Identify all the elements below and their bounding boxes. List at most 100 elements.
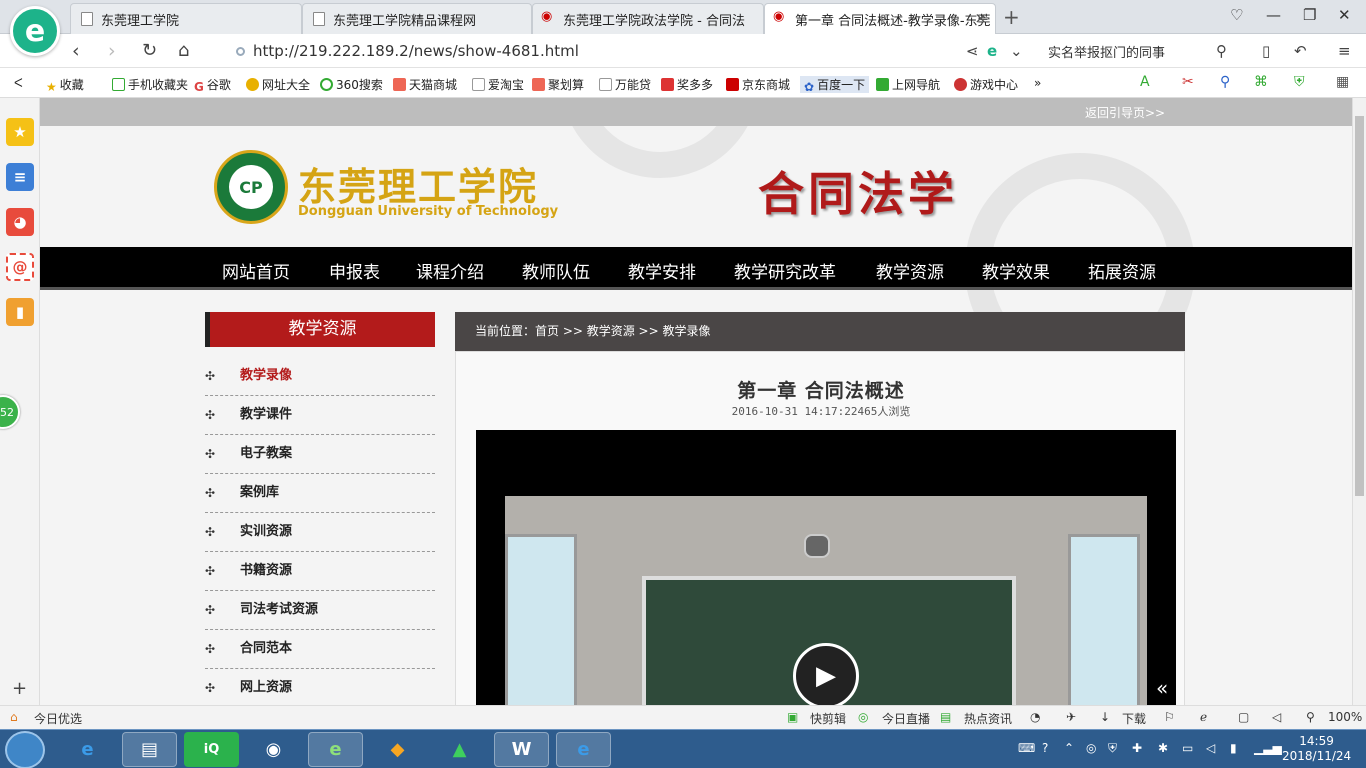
status-live[interactable]: 今日直播: [882, 710, 930, 727]
left-menu-item-slides[interactable]: ✣ 教学课件: [205, 396, 435, 435]
notebook-icon[interactable]: ▮: [6, 298, 34, 326]
home-icon[interactable]: ⌂: [178, 40, 189, 61]
speed-icon[interactable]: ◔: [1030, 710, 1040, 724]
bookmark-aitaobao[interactable]: 爱淘宝: [472, 76, 524, 93]
status-hot-news[interactable]: 热点资讯: [964, 710, 1012, 727]
sidebar-toggle-icon[interactable]: ᐸ: [14, 76, 23, 90]
nav-course-intro[interactable]: 课程介绍: [416, 258, 484, 283]
undo-icon[interactable]: ↶: [1294, 42, 1307, 60]
back-to-guide-link[interactable]: 返回引导页>>: [1085, 104, 1165, 121]
minimize-icon[interactable]: —: [1266, 6, 1281, 24]
left-menu-item-videos[interactable]: ✣ 教学录像: [205, 357, 435, 396]
tab-school[interactable]: 东莞理工学院: [70, 3, 302, 34]
signal-icon[interactable]: ▁▃▅: [1254, 741, 1282, 755]
bookmark-juhuasuan[interactable]: 聚划算: [532, 76, 584, 93]
weibo-icon[interactable]: ◕: [6, 208, 34, 236]
network-icon[interactable]: ▮: [1230, 741, 1237, 755]
ie-mode-icon[interactable]: ℯ: [1200, 710, 1207, 724]
bookmark-tmall[interactable]: 天猫商城: [393, 76, 457, 93]
browser-logo-icon[interactable]: e: [10, 6, 60, 56]
scissors-icon[interactable]: ✂: [1182, 74, 1194, 90]
bookmark-games[interactable]: 游戏中心: [954, 76, 1018, 93]
gamepad-icon[interactable]: ⌘: [1254, 74, 1268, 90]
new-tab-icon[interactable]: +: [1003, 5, 1020, 29]
skin-icon[interactable]: ♡: [1230, 6, 1243, 24]
nav-teaching-plan[interactable]: 教学安排: [628, 258, 696, 283]
today-picks[interactable]: 今日优选: [34, 710, 82, 727]
status-download[interactable]: 下载: [1122, 710, 1146, 727]
bookmark-jiangduoduo[interactable]: 奖多多: [661, 76, 713, 93]
ie-taskbar-icon[interactable]: e: [60, 732, 115, 767]
play-icon[interactable]: ▶: [793, 643, 859, 705]
left-menu-item-bar-exam[interactable]: ✣ 司法考试资源: [205, 591, 435, 630]
forward-icon[interactable]: ›: [108, 40, 116, 62]
collapse-arrows-icon[interactable]: «: [1156, 676, 1168, 700]
left-menu-item-lesson-plans[interactable]: ✣ 电子教案: [205, 435, 435, 474]
volume-icon[interactable]: ◁: [1272, 710, 1281, 724]
bluetooth-icon[interactable]: ✱: [1158, 741, 1168, 755]
nav-home[interactable]: 网站首页: [222, 258, 290, 283]
refresh-icon[interactable]: ↻: [142, 40, 157, 61]
search-icon[interactable]: ⚲: [1216, 42, 1227, 60]
nav-teaching-reform[interactable]: 教学研究改革: [734, 258, 836, 283]
nav-application-form[interactable]: 申报表: [329, 258, 380, 283]
page-scrollbar[interactable]: [1352, 98, 1366, 705]
help-icon[interactable]: ?: [1042, 741, 1048, 755]
tab-course-site[interactable]: 东莞理工学院精品课程网: [302, 3, 532, 34]
engine-icon[interactable]: e: [987, 42, 997, 60]
tray-up-icon[interactable]: ⌃: [1064, 741, 1074, 755]
url-field[interactable]: http://219.222.189.2/news/show-4681.html: [236, 42, 579, 60]
more-bookmarks-icon[interactable]: »: [1034, 76, 1041, 90]
chevron-down-icon[interactable]: ⌄: [1010, 42, 1023, 60]
zoom-level[interactable]: 100%: [1328, 710, 1362, 724]
magnifier-icon[interactable]: ⚲: [1220, 74, 1230, 90]
apps-grid-icon[interactable]: ▦: [1336, 74, 1349, 90]
bookmark-hao123[interactable]: 上网导航: [876, 76, 940, 93]
nav-teachers[interactable]: 教师队伍: [522, 258, 590, 283]
phone-icon[interactable]: ▯: [1262, 42, 1270, 60]
bookmark-360search[interactable]: 360搜索: [320, 76, 383, 93]
news-list-icon[interactable]: ≡: [6, 163, 34, 191]
start-button[interactable]: [5, 731, 45, 768]
left-menu-item-books[interactable]: ✣ 书籍资源: [205, 552, 435, 591]
left-menu-item-contract-templates[interactable]: ✣ 合同范本: [205, 630, 435, 669]
close-window-icon[interactable]: ✕: [1338, 6, 1351, 24]
pin-icon[interactable]: ✈: [1066, 710, 1076, 724]
explorer-taskbar-icon[interactable]: ▤: [122, 732, 177, 767]
flag-icon[interactable]: ⚐: [1164, 710, 1175, 724]
security-tray-icon[interactable]: ⛨: [1108, 741, 1117, 756]
left-menu-item-training[interactable]: ✣ 实训资源: [205, 513, 435, 552]
bookmark-mobile[interactable]: 手机收藏夹: [112, 76, 188, 93]
iqiyi-taskbar-icon[interactable]: iQ: [184, 732, 239, 767]
system-clock[interactable]: 14:59 2018/11/24: [1282, 734, 1351, 764]
volume-tray-icon[interactable]: ◁: [1206, 741, 1215, 755]
ie-open-taskbar-icon[interactable]: e: [556, 732, 611, 767]
video-player[interactable]: ▶ «: [476, 430, 1176, 705]
tab-active-chapter[interactable]: ◉ 第一章 合同法概述-教学录像-东莞 ×: [764, 3, 996, 35]
status-quick-edit[interactable]: 快剪辑: [810, 710, 846, 727]
share-icon[interactable]: ⋖: [966, 42, 979, 60]
tab-law-school[interactable]: ◉ 东莞理工学院政法学院 - 合同法: [532, 3, 764, 34]
scroll-thumb[interactable]: [1355, 116, 1364, 496]
browser-360-taskbar-icon[interactable]: e: [308, 732, 363, 767]
word-taskbar-icon[interactable]: W: [494, 732, 549, 767]
favorites-star-icon[interactable]: ★: [6, 118, 34, 146]
keyboard-icon[interactable]: ⌨: [1018, 741, 1035, 755]
nav-teaching-effect[interactable]: 教学效果: [982, 258, 1050, 283]
360-tray-icon[interactable]: ◎: [1086, 741, 1096, 755]
maximize-icon[interactable]: ❐: [1303, 6, 1316, 24]
left-menu-item-cases[interactable]: ✣ 案例库: [205, 474, 435, 513]
nav-extended-resources[interactable]: 拓展资源: [1088, 258, 1156, 283]
colorful-app-taskbar-icon[interactable]: ◆: [370, 732, 425, 767]
plus-tray-icon[interactable]: ✚: [1132, 741, 1142, 755]
photos-taskbar-icon[interactable]: ▲: [432, 732, 487, 767]
search-input[interactable]: 实名举报抠门的同事: [1040, 39, 1240, 63]
email-icon[interactable]: @: [6, 253, 34, 281]
bookmark-google[interactable]: G 谷歌: [194, 76, 231, 94]
add-icon[interactable]: +: [12, 678, 27, 699]
school-emblem-logo[interactable]: CP: [214, 150, 288, 224]
menu-icon[interactable]: ≡: [1338, 42, 1351, 60]
nav-teaching-resources[interactable]: 教学资源: [876, 258, 944, 283]
window-icon[interactable]: ▢: [1238, 710, 1249, 724]
shield-icon[interactable]: ⛨: [1294, 74, 1305, 90]
